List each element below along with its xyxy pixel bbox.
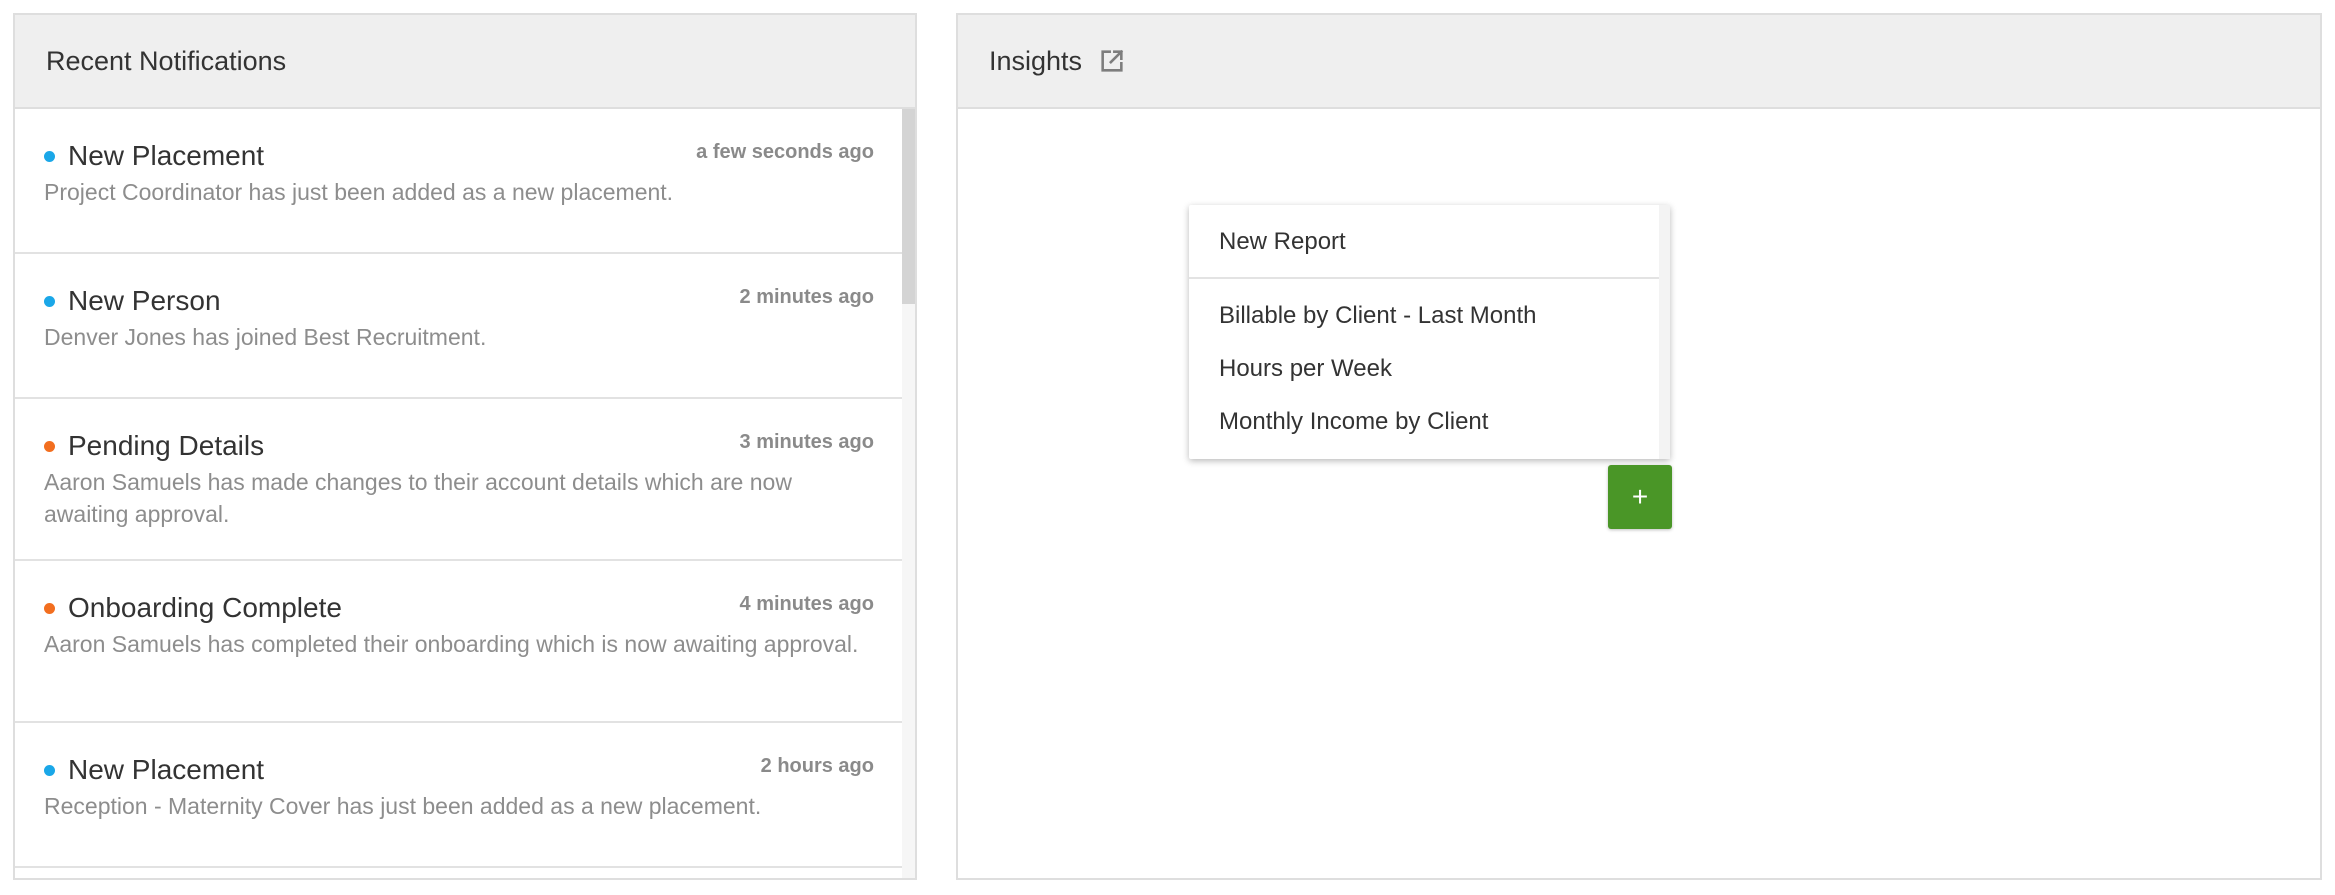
notification-time: 3 minutes ago [739, 431, 874, 453]
notifications-scrollbar[interactable] [902, 109, 915, 878]
notification-time: 2 minutes ago [739, 286, 874, 308]
notification-title: New Placement [68, 754, 265, 785]
report-menu-scrollbar[interactable] [1659, 205, 1670, 459]
notification-body: Aaron Samuels has made changes to their … [44, 469, 792, 527]
notification-time: 2 hours ago [760, 755, 874, 777]
status-dot-icon [44, 602, 55, 614]
notification-heading: New Placement [44, 754, 874, 786]
add-report-button[interactable]: + [1608, 465, 1672, 529]
notification-body: Denver Jones has joined Best Recruitment… [44, 324, 487, 350]
notifications-panel: Recent Notifications New Placement a few… [13, 13, 917, 880]
notification-item[interactable]: Onboarding Complete 4 minutes ago Aaron … [15, 561, 902, 723]
insights-panel-title: Insights [989, 45, 1083, 76]
notifications-panel-header: Recent Notifications [15, 15, 915, 109]
notifications-scrollbar-thumb[interactable] [902, 109, 915, 304]
menu-item-report[interactable]: Billable by Client - Last Month [1219, 302, 1536, 330]
status-dot-icon [44, 150, 55, 162]
report-menu: New Report Billable by Client - Last Mon… [1189, 205, 1670, 459]
menu-item-report[interactable]: Monthly Income by Client [1219, 408, 1488, 436]
external-link-icon[interactable] [1098, 47, 1126, 75]
insights-panel-header: Insights [958, 15, 2320, 109]
notification-time: a few seconds ago [696, 141, 874, 163]
status-dot-icon [44, 295, 55, 307]
notification-title: Pending Details [68, 430, 265, 461]
notification-item[interactable]: New Placement a few seconds ago Project … [15, 109, 902, 254]
notification-title: New Placement [68, 140, 265, 171]
notification-title: New Person [68, 285, 221, 316]
notification-time: 4 minutes ago [739, 593, 874, 615]
menu-divider [1189, 277, 1659, 279]
status-dot-icon [44, 764, 55, 776]
notifications-list: New Placement a few seconds ago Project … [15, 109, 915, 878]
menu-item-report[interactable]: Hours per Week [1219, 355, 1392, 383]
menu-item-new-report[interactable]: New Report [1219, 228, 1346, 256]
notification-body: Reception - Maternity Cover has just bee… [44, 793, 762, 819]
status-dot-icon [44, 440, 55, 452]
notification-item[interactable]: New Placement 2 hours ago Reception - Ma… [15, 723, 902, 868]
notification-title: Onboarding Complete [68, 592, 342, 623]
notifications-panel-title: Recent Notifications [46, 45, 287, 76]
notification-item[interactable]: Pending Details 3 minutes ago Aaron Samu… [15, 399, 902, 561]
notification-item[interactable]: New Person 2 minutes ago Denver Jones ha… [15, 254, 902, 399]
notification-body: Aaron Samuels has completed their onboar… [44, 631, 859, 657]
notification-body: Project Coordinator has just been added … [44, 179, 674, 205]
